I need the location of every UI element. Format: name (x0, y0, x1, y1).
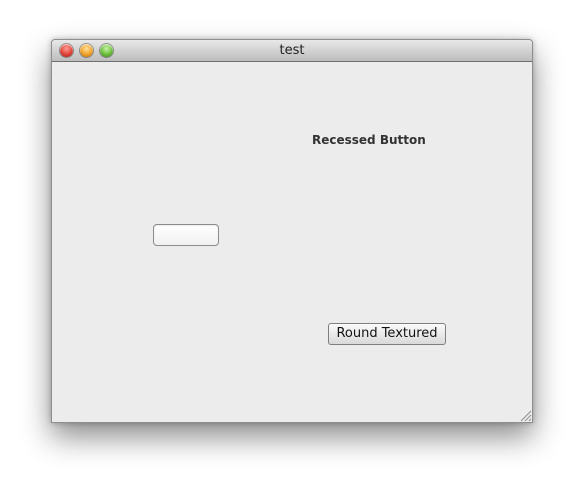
round-textured-button[interactable]: Round Textured (328, 323, 446, 345)
title-bar[interactable]: test (52, 40, 532, 62)
recessed-button-label: Recessed Button (312, 133, 426, 147)
window-title: test (279, 43, 305, 58)
resize-grip-icon[interactable] (518, 408, 532, 422)
app-window: test Recessed Button Round Textured (51, 39, 533, 423)
recessed-button[interactable] (153, 224, 219, 246)
